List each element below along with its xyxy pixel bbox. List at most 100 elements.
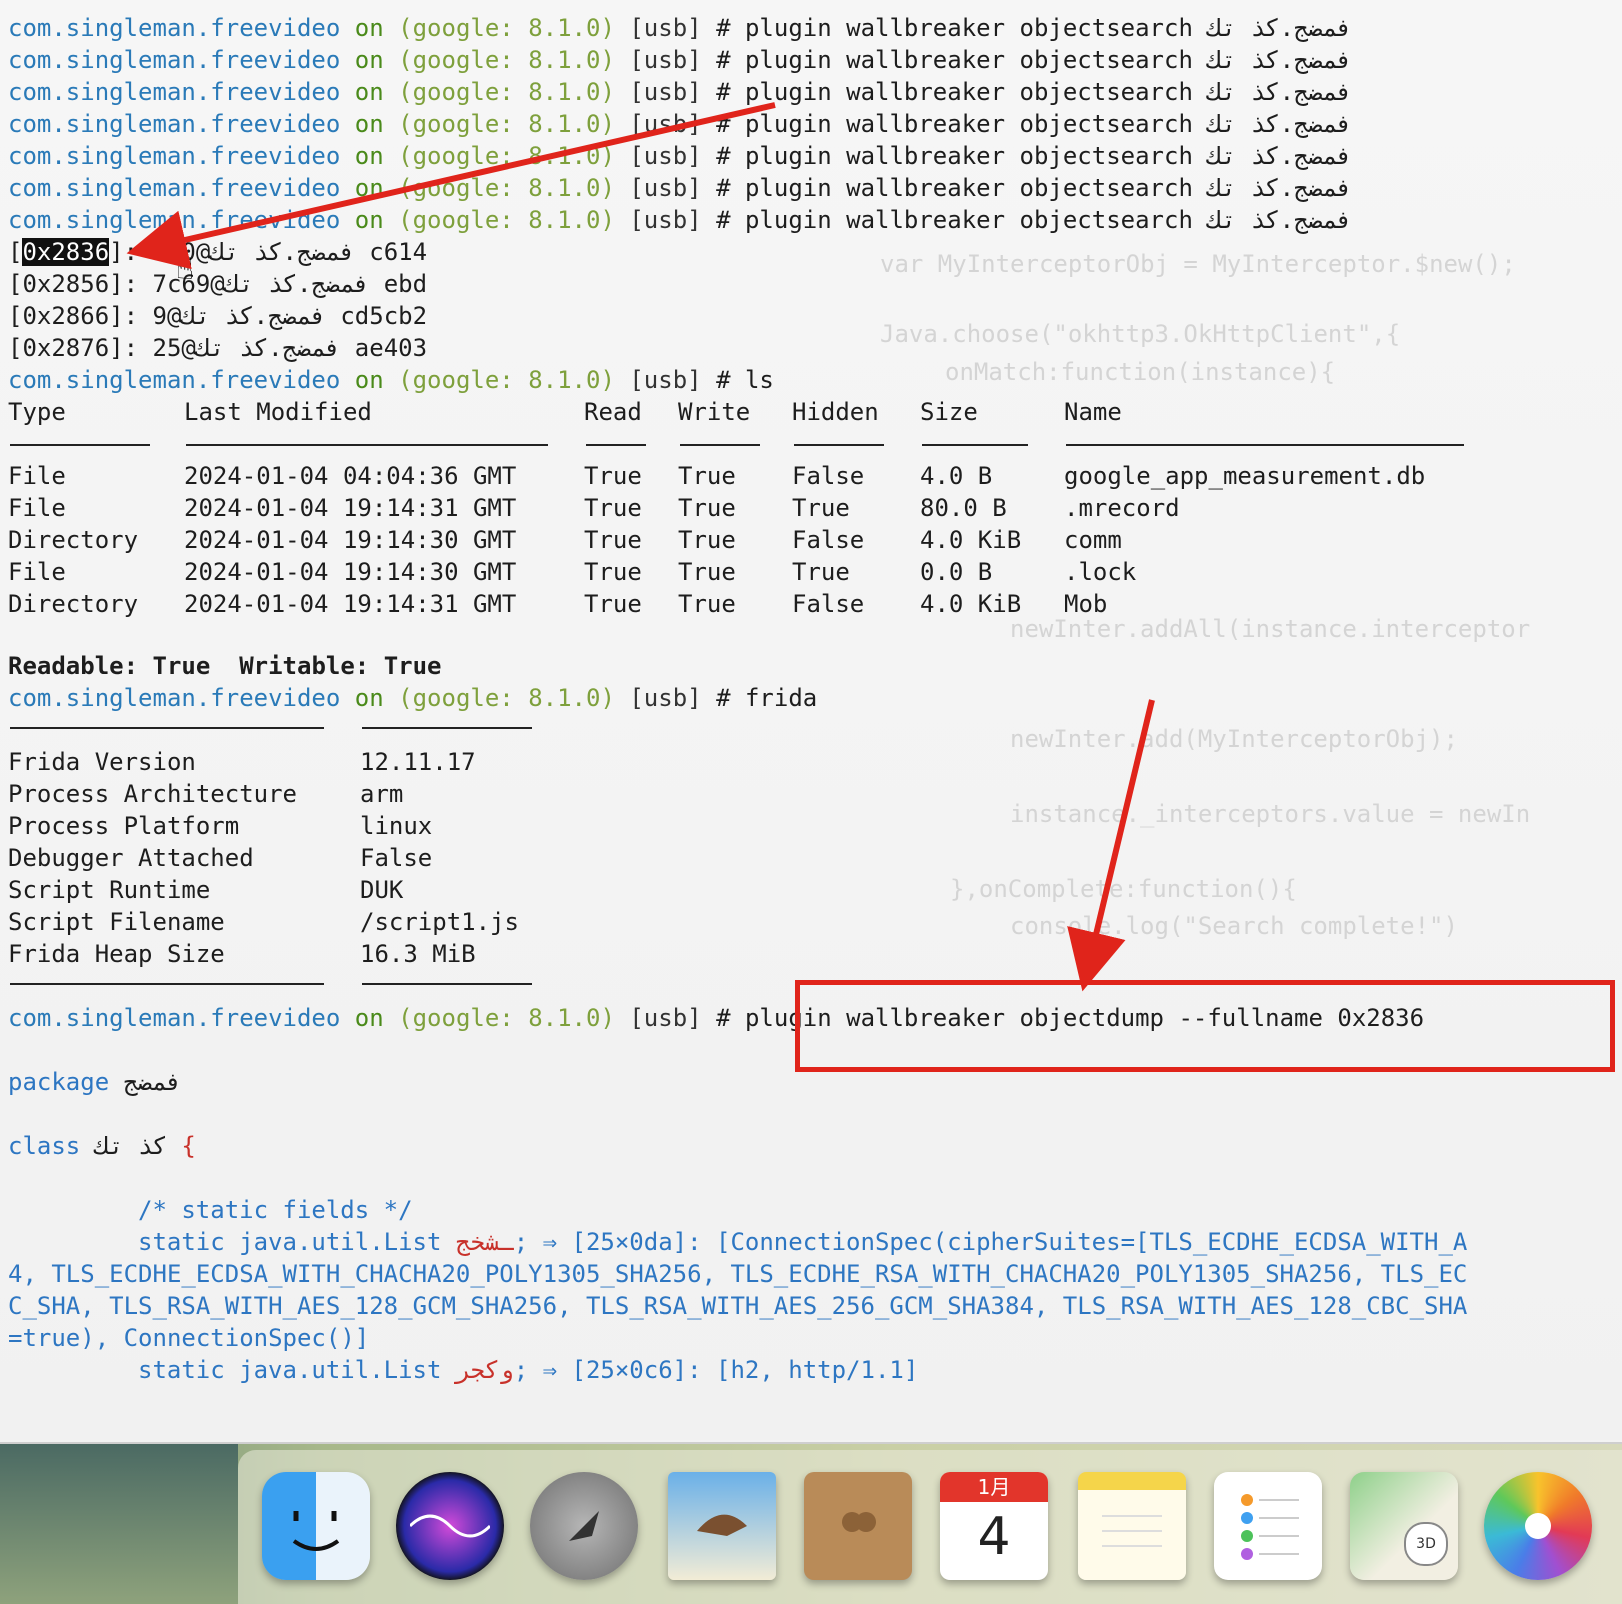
contacts-icon[interactable] bbox=[804, 1472, 912, 1580]
table-cell: 2024-01-04 19:14:30 GMT bbox=[184, 558, 517, 586]
ghost-code: onMatch:function(instance){ bbox=[945, 358, 1336, 386]
divider bbox=[1066, 444, 1464, 446]
table-cell: .lock bbox=[1064, 558, 1137, 586]
prompt-line: com.singleman.freevideo on (google: 8.1.… bbox=[8, 110, 1352, 138]
prompt-line: com.singleman.freevideo on (google: 8.1.… bbox=[8, 46, 1352, 74]
divider bbox=[186, 444, 548, 446]
column-header: Size bbox=[920, 398, 978, 426]
static-comment: /* static fields */ bbox=[138, 1196, 413, 1224]
table-cell: 4.0 B bbox=[920, 462, 993, 490]
divider bbox=[10, 983, 324, 985]
table-cell: False bbox=[792, 526, 865, 554]
table-cell: google_app_measurement.db bbox=[1064, 462, 1426, 490]
prompt-line: com.singleman.freevideo on (google: 8.1.… bbox=[8, 142, 1352, 170]
prompt-line: com.singleman.freevideo on (google: 8.1.… bbox=[8, 78, 1352, 106]
launchpad-icon[interactable] bbox=[530, 1472, 638, 1580]
divider bbox=[680, 444, 760, 446]
divider bbox=[10, 727, 324, 729]
table-cell: 2024-01-04 19:14:30 GMT bbox=[184, 526, 517, 554]
info-value: False bbox=[360, 844, 433, 872]
field-wrap: =true), ConnectionSpec()] bbox=[8, 1324, 370, 1352]
calendar-month: 1月 bbox=[940, 1472, 1048, 1502]
table-cell: True bbox=[584, 558, 642, 586]
table-cell: True bbox=[678, 494, 736, 522]
table-cell: Directory bbox=[8, 526, 139, 554]
result-line: [0x2876]: 25@فمضج.كذ تك ae403 bbox=[8, 334, 428, 362]
table-cell: 2024-01-04 19:14:31 GMT bbox=[184, 590, 517, 618]
table-cell: True bbox=[584, 494, 642, 522]
table-cell: File bbox=[8, 558, 66, 586]
column-header: Write bbox=[678, 398, 751, 426]
table-cell: True bbox=[584, 462, 642, 490]
field-wrap: C_SHA, TLS_RSA_WITH_AES_128_GCM_SHA256, … bbox=[8, 1292, 1468, 1320]
maps-icon[interactable]: 3D bbox=[1350, 1472, 1458, 1580]
info-key: Frida Version bbox=[8, 748, 196, 776]
field-line: static java.util.List وكجر; ⇒ [0×25c6]: … bbox=[138, 1356, 919, 1384]
prompt-line: com.singleman.freevideo on (google: 8.1.… bbox=[8, 206, 1352, 234]
class-line: class كذ تك { bbox=[8, 1132, 196, 1160]
table-cell: True bbox=[678, 558, 736, 586]
table-cell: 0.0 B bbox=[920, 558, 993, 586]
info-key: Debugger Attached bbox=[8, 844, 254, 872]
ghost-code: instance._interceptors.value = newIn bbox=[1010, 800, 1531, 828]
table-cell: 80.0 B bbox=[920, 494, 1007, 522]
info-key: Process Architecture bbox=[8, 780, 297, 808]
table-cell: True bbox=[678, 462, 736, 490]
info-value: 16.3 MiB bbox=[360, 940, 476, 968]
notes-icon[interactable] bbox=[1078, 1472, 1186, 1580]
divider bbox=[794, 444, 884, 446]
info-value: 12.11.17 bbox=[360, 748, 476, 776]
package-line: package فمضج bbox=[8, 1068, 182, 1096]
reminders-icon[interactable] bbox=[1214, 1472, 1322, 1580]
divider bbox=[586, 444, 646, 446]
table-cell: True bbox=[792, 494, 850, 522]
column-header: Read bbox=[584, 398, 642, 426]
prompt-line: com.singleman.freevideo on (google: 8.1.… bbox=[8, 684, 818, 712]
divider bbox=[362, 983, 532, 985]
table-cell: True bbox=[584, 590, 642, 618]
result-line: [0x2856]: 7c69@فمضج.كذ تك ebd bbox=[8, 270, 428, 298]
prompt-line: com.singleman.freevideo on (google: 8.1.… bbox=[8, 366, 774, 394]
table-cell: 2024-01-04 04:04:36 GMT bbox=[184, 462, 517, 490]
table-cell: True bbox=[678, 590, 736, 618]
prompt-line: com.singleman.freevideo on (google: 8.1.… bbox=[8, 14, 1352, 42]
table-cell: 4.0 KiB bbox=[920, 526, 1022, 554]
handle-highlight[interactable]: 0x2836 bbox=[22, 238, 110, 266]
ghost-code: },onComplete:function(){ bbox=[950, 875, 1297, 903]
divider bbox=[922, 444, 1028, 446]
terminal-window[interactable]: var MyInterceptorObj = MyInterceptor.$ne… bbox=[0, 0, 1622, 1440]
table-cell: 4.0 KiB bbox=[920, 590, 1022, 618]
column-header: Hidden bbox=[792, 398, 879, 426]
table-cell: Mob bbox=[1064, 590, 1108, 618]
mail-icon[interactable] bbox=[668, 1472, 776, 1580]
column-header: Name bbox=[1064, 398, 1122, 426]
calendar-icon[interactable]: 1月 4 bbox=[940, 1472, 1048, 1580]
table-cell: File bbox=[8, 494, 66, 522]
siri-icon[interactable] bbox=[396, 1472, 504, 1580]
result-line: [0x2836]: 550@فمضج.كذ تك c614 bbox=[8, 238, 428, 266]
table-cell: True bbox=[584, 526, 642, 554]
table-cell: .mrecord bbox=[1064, 494, 1180, 522]
table-cell: comm bbox=[1064, 526, 1122, 554]
info-value: DUK bbox=[360, 876, 404, 904]
divider bbox=[10, 444, 150, 446]
info-value: linux bbox=[360, 812, 433, 840]
divider bbox=[362, 727, 532, 729]
result-line: [0x2866]: 9@فمضج.كذ تك cd5cb2 bbox=[8, 302, 428, 330]
table-cell: False bbox=[792, 590, 865, 618]
photos-icon[interactable] bbox=[1484, 1472, 1592, 1580]
ghost-code: Java.choose("okhttp3.OkHttpClient",{ bbox=[880, 320, 1401, 348]
calendar-day: 4 bbox=[977, 1507, 1011, 1567]
field-wrap: 4, TLS_ECDHE_ECDSA_WITH_CHACHA20_POLY130… bbox=[8, 1260, 1468, 1288]
desktop-wallpaper bbox=[0, 1444, 238, 1604]
info-value: arm bbox=[360, 780, 404, 808]
table-cell: 2024-01-04 19:14:31 GMT bbox=[184, 494, 517, 522]
info-key: Script Filename bbox=[8, 908, 225, 936]
info-value: /script1.js bbox=[360, 908, 519, 936]
finder-icon[interactable] bbox=[262, 1472, 370, 1580]
ghost-code: var MyInterceptorObj = MyInterceptor.$ne… bbox=[880, 250, 1516, 278]
column-header: Last Modified bbox=[184, 398, 372, 426]
info-key: Process Platform bbox=[8, 812, 240, 840]
ghost-code: newInter.add(MyInterceptorObj); bbox=[1010, 725, 1458, 753]
info-key: Script Runtime bbox=[8, 876, 211, 904]
